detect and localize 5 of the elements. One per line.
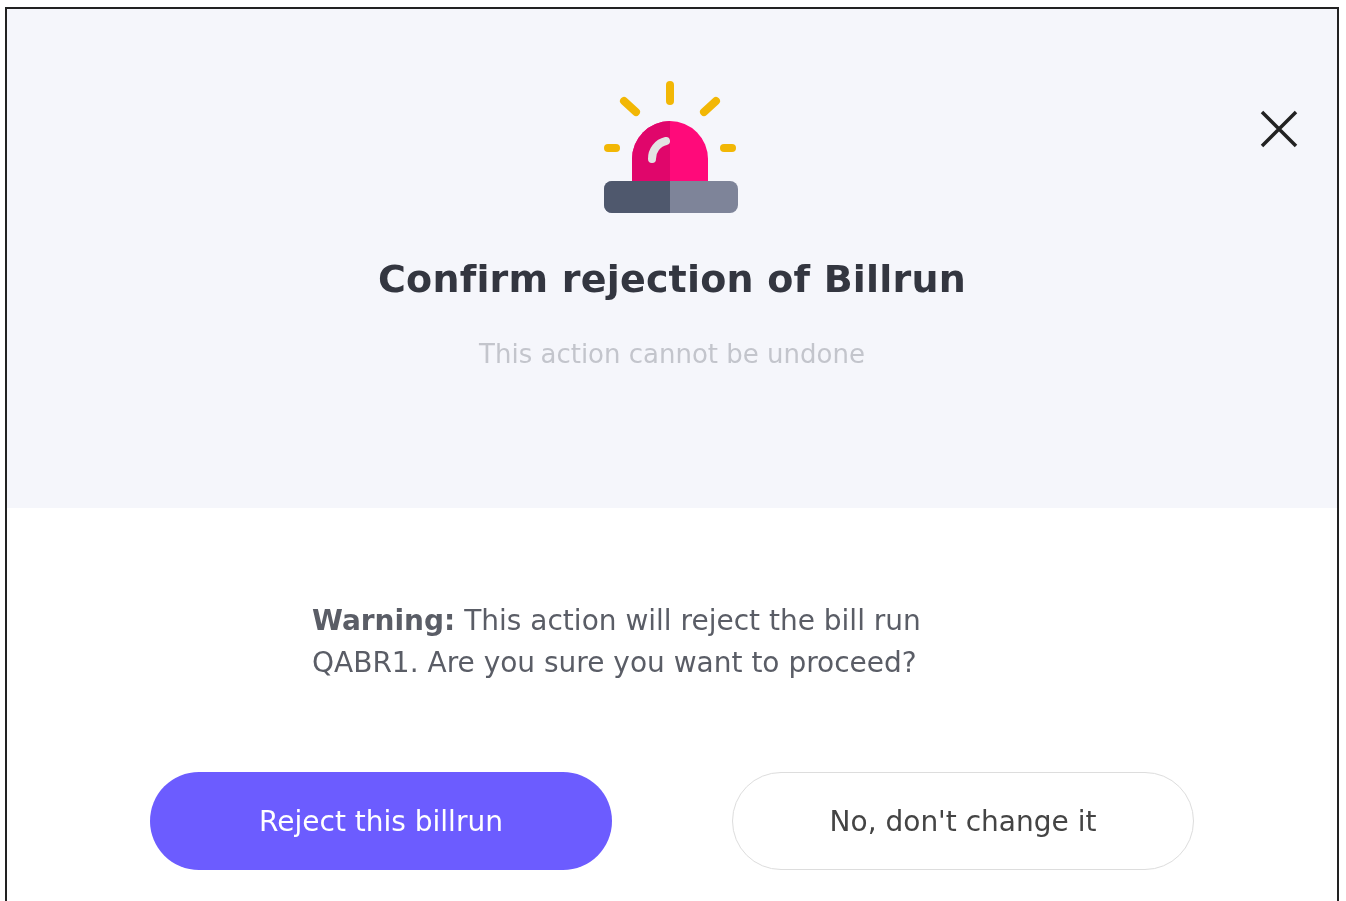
warning-message: Warning: This action will reject the bill run QABR1. Are you sure you want to proceed? xyxy=(312,603,922,681)
dialog-title: Confirm rejection of Billrun xyxy=(378,257,966,301)
close-icon[interactable] xyxy=(1259,109,1299,149)
reject-button[interactable]: Reject this billrun xyxy=(150,772,612,870)
cancel-button[interactable]: No, don't change it xyxy=(732,772,1194,870)
